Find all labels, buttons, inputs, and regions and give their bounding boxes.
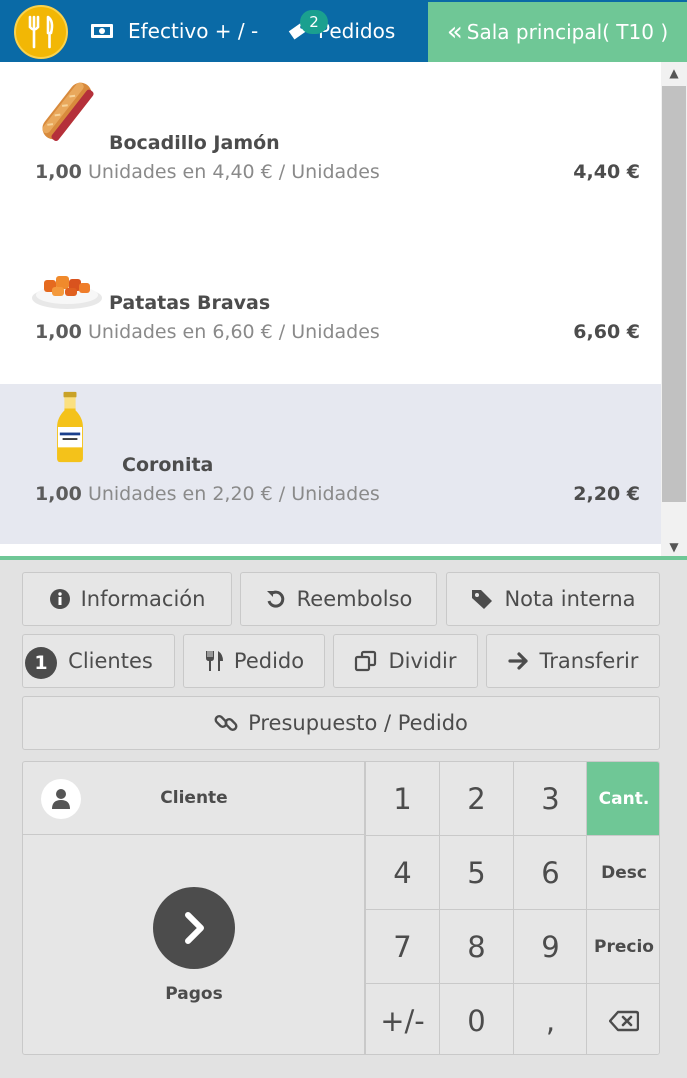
product-unit-details: Unidades en 4,40 € / Unidades xyxy=(87,161,380,183)
numpad-panel: Cliente Pagos 1 2 3 Cant. 4 5 6 Desc 7 8… xyxy=(22,761,660,1055)
undo-icon xyxy=(266,590,284,608)
restaurant-logo-icon[interactable] xyxy=(14,5,68,59)
quote-order-label: Presupuesto / Pedido xyxy=(248,711,468,735)
numpad-key-4[interactable]: 4 xyxy=(365,835,439,909)
product-price: 4,40 € xyxy=(573,161,640,183)
payment-label: Pagos xyxy=(165,984,223,1004)
refund-button[interactable]: Reembolso xyxy=(240,572,437,626)
order-line[interactable]: Patatas Bravas 1,00 Unidades en 6,60 € /… xyxy=(0,222,661,382)
numpad-key-8[interactable]: 8 xyxy=(439,909,513,983)
cash-in-out-button[interactable]: Efectivo + / - xyxy=(90,0,258,62)
order-line-selected[interactable]: Coronita 1,00 Unidades en 2,20 € / Unida… xyxy=(0,384,661,544)
tag-icon xyxy=(472,590,493,609)
chevron-right-icon xyxy=(153,887,235,969)
orders-count-badge: 2 xyxy=(300,10,328,34)
product-price: 2,20 € xyxy=(573,483,640,505)
quote-order-button[interactable]: Presupuesto / Pedido xyxy=(22,696,660,750)
patatas-bravas-image xyxy=(32,276,102,309)
beer-bottle-image xyxy=(57,391,83,463)
backspace-button[interactable] xyxy=(586,983,659,1054)
orders-label: Pedidos xyxy=(318,19,396,43)
product-name: Bocadillo Jamón xyxy=(109,132,280,154)
mode-price-button[interactable]: Precio xyxy=(586,909,659,983)
arrow-right-icon xyxy=(507,652,528,670)
scrollbar-thumb[interactable] xyxy=(662,86,686,502)
refund-label: Reembolso xyxy=(296,587,413,611)
internal-note-label: Nota interna xyxy=(504,587,636,611)
product-price: 6,60 € xyxy=(573,321,640,343)
customer-label: Cliente xyxy=(160,788,228,808)
internal-note-button[interactable]: Nota interna xyxy=(446,572,660,626)
info-icon xyxy=(49,589,70,609)
customers-button[interactable]: 1 Clientes xyxy=(22,634,175,688)
backspace-icon xyxy=(609,1010,639,1031)
customers-label: Clientes xyxy=(68,649,153,673)
select-customer-button[interactable]: Cliente xyxy=(23,762,365,835)
numpad-key-9[interactable]: 9 xyxy=(513,909,587,983)
product-unit-details: Unidades en 2,20 € / Unidades xyxy=(87,483,380,505)
numpad-key-1[interactable]: 1 xyxy=(365,762,439,835)
cutlery-icon xyxy=(205,651,223,671)
money-icon xyxy=(91,24,113,38)
green-divider xyxy=(0,556,687,560)
order-list-scrollbar[interactable]: ▲ ▼ xyxy=(661,62,687,556)
link-icon xyxy=(214,715,238,731)
numpad-key-5[interactable]: 5 xyxy=(439,835,513,909)
split-button[interactable]: Dividir xyxy=(333,634,478,688)
numpad-key-0[interactable]: 0 xyxy=(439,983,513,1054)
product-quantity: 1,00 xyxy=(35,321,82,343)
order-list[interactable]: Bocadillo Jamón 1,00 Unidades en 4,40 € … xyxy=(0,62,661,556)
numpad-key-6[interactable]: 6 xyxy=(513,835,587,909)
split-label: Dividir xyxy=(388,649,457,673)
double-chevron-left-icon: « xyxy=(446,17,463,47)
numpad-key-3[interactable]: 3 xyxy=(513,762,587,835)
product-unit-details: Unidades en 6,60 € / Unidades xyxy=(87,321,380,343)
product-quantity-info: 1,00 Unidades en 6,60 € / Unidades xyxy=(35,321,380,343)
info-button[interactable]: Información xyxy=(22,572,232,626)
product-name: Patatas Bravas xyxy=(109,292,271,314)
numpad-key-2[interactable]: 2 xyxy=(439,762,513,835)
transfer-label: Transferir xyxy=(539,649,639,673)
numpad-key-7[interactable]: 7 xyxy=(365,909,439,983)
numpad-key-plus-minus[interactable]: +/- xyxy=(365,983,439,1054)
info-label: Información xyxy=(80,587,206,611)
sandwich-image xyxy=(42,82,94,141)
cash-label: Efectivo + / - xyxy=(128,19,259,43)
product-name: Coronita xyxy=(122,454,214,476)
product-quantity-info: 1,00 Unidades en 2,20 € / Unidades xyxy=(35,483,380,505)
order-button[interactable]: Pedido xyxy=(183,634,325,688)
orders-button[interactable]: 2 Pedidos xyxy=(286,0,395,62)
order-line[interactable]: Bocadillo Jamón 1,00 Unidades en 4,40 € … xyxy=(0,62,661,222)
numpad-key-comma[interactable]: , xyxy=(513,983,587,1054)
customers-count-badge: 1 xyxy=(25,647,57,679)
top-bar: Efectivo + / - 2 Pedidos « Sala principa… xyxy=(0,0,687,62)
product-quantity-info: 1,00 Unidades en 4,40 € / Unidades xyxy=(35,161,380,183)
back-to-room-button[interactable]: « Sala principal( T10 ) xyxy=(428,2,687,62)
mode-discount-button[interactable]: Desc xyxy=(586,835,659,909)
copy-icon xyxy=(355,650,377,672)
payment-button[interactable]: Pagos xyxy=(23,835,365,1054)
transfer-button[interactable]: Transferir xyxy=(486,634,660,688)
chevron-down-icon[interactable]: ▼ xyxy=(661,538,687,556)
room-label: Sala principal( T10 ) xyxy=(466,20,669,44)
chevron-up-icon[interactable]: ▲ xyxy=(661,64,687,82)
product-quantity: 1,00 xyxy=(35,161,82,183)
order-label: Pedido xyxy=(233,649,305,673)
mode-quantity-button[interactable]: Cant. xyxy=(586,762,659,835)
product-quantity: 1,00 xyxy=(35,483,82,505)
